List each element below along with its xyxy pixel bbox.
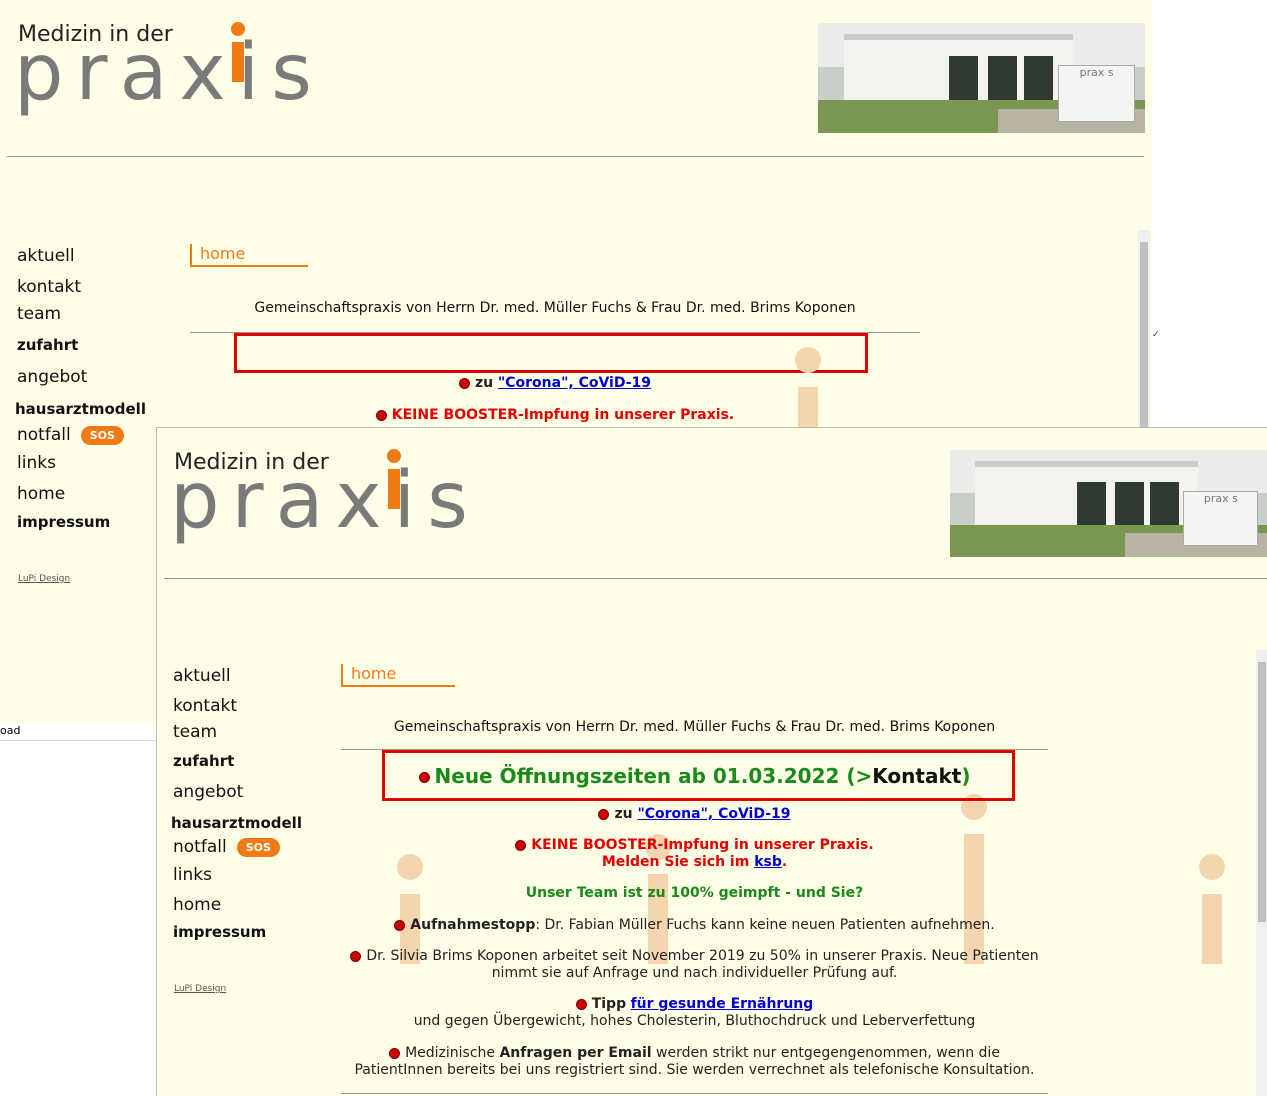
watermark-i-icon (1199, 854, 1225, 964)
bullet-icon (389, 1047, 401, 1059)
practice-intro: Gemeinschaftspraxis von Herrn Dr. med. M… (254, 300, 856, 316)
stop-label: Aufnahmestopp (410, 917, 536, 933)
bullet-icon (375, 409, 387, 421)
vaccinated-text: Unser Team ist zu 100% geimpft - und Sie… (525, 885, 864, 901)
corona-prefix: zu (614, 806, 638, 822)
register-text: Melden Sie sich im (601, 854, 755, 870)
nav-kontakt[interactable]: kontakt (17, 277, 81, 297)
sos-badge[interactable]: SOS (80, 425, 124, 445)
nav-hausarztmodell[interactable]: hausarztmodell (15, 400, 146, 418)
content-divider-bottom (341, 1093, 1048, 1094)
brims-line-1: Dr. Silvia Brims Koponen arbeitet seit N… (366, 948, 1039, 964)
nav-hausarztmodell[interactable]: hausarztmodell (171, 814, 302, 832)
register-suffix: . (781, 854, 788, 870)
sos-badge[interactable]: SOS (236, 837, 280, 857)
news-vaccinated: Unser Team ist zu 100% geimpft - und Sie… (341, 885, 1048, 901)
hours-text: Neue Öffnungszeiten ab 01.03.2022 (> (434, 764, 873, 788)
stop-text: : Dr. Fabian Müller Fuchs kann keine neu… (535, 917, 995, 933)
nav-impressum[interactable]: impressum (17, 513, 110, 531)
news-email: Medizinische Anfragen per Email werden s… (341, 1045, 1048, 1079)
nav-team[interactable]: team (173, 722, 217, 742)
bullet-icon (394, 919, 406, 931)
designer-link[interactable]: LuPi Design (18, 574, 70, 584)
highlight-box-empty (234, 333, 868, 373)
strip-mark: ✓ (1152, 330, 1160, 340)
tipp-label: Tipp (591, 996, 627, 1012)
email-prefix: Medizinische (405, 1045, 500, 1061)
nav-home[interactable]: home (173, 895, 221, 915)
status-strip: oad (0, 724, 156, 741)
bullet-icon (515, 839, 527, 851)
nav-zufahrt[interactable]: zufahrt (173, 752, 234, 770)
nav-links[interactable]: links (17, 453, 56, 473)
nav-notfall[interactable]: notfall SOS (17, 425, 124, 445)
status-text: oad (0, 724, 21, 737)
email-text-2: PatientInnen bereits bei uns registriert… (354, 1062, 1035, 1078)
window-after: Medizin in der praxis prax s aktuell kon… (156, 427, 1267, 1096)
bullet-icon (418, 772, 430, 783)
booster-text: KEINE BOOSTER-Impfung in unserer Praxis. (391, 407, 735, 423)
news-admission-stop: Aufnahmestopp: Dr. Fabian Müller Fuchs k… (341, 917, 1048, 933)
background-strip: ✓ (1152, 0, 1267, 427)
logo-wordmark: praxis (170, 456, 480, 546)
tipp-text: und gegen Übergewicht, hohes Cholesterin… (413, 1013, 976, 1029)
hours-contact-link[interactable]: Kontakt (872, 764, 961, 788)
nav-notfall-label: notfall (17, 425, 71, 445)
logo-wordmark: praxis (14, 28, 324, 118)
news-tipp: Tipp für gesunde Ernährung und gegen Übe… (341, 996, 1048, 1030)
tab-home[interactable]: home (190, 244, 308, 267)
practice-building-photo: prax s (818, 23, 1145, 133)
brims-line-2: nimmt sie auf Anfrage und nach individue… (491, 965, 898, 981)
bullet-icon (350, 950, 362, 962)
news-booster: KEINE BOOSTER-Impfung in unserer Praxis.… (341, 837, 1048, 871)
bullet-icon (458, 377, 470, 389)
nav-angebot[interactable]: angebot (17, 367, 87, 387)
ksb-link[interactable]: ksb (754, 854, 782, 870)
scrollbar-thumb[interactable] (1258, 662, 1266, 922)
nav-notfall[interactable]: notfall SOS (173, 837, 280, 857)
nav-links[interactable]: links (173, 865, 212, 885)
booster-text: KEINE BOOSTER-Impfung in unserer Praxis. (531, 837, 874, 853)
email-bold: Anfragen per Email (499, 1045, 652, 1061)
news-booster: KEINE BOOSTER-Impfung in unserer Praxis. (190, 407, 920, 423)
news-corona: zu "Corona", CoViD-19 (190, 375, 920, 391)
bullet-icon (598, 808, 610, 820)
nav-aktuell[interactable]: aktuell (17, 246, 75, 266)
tab-home[interactable]: home (341, 664, 455, 687)
nav-team[interactable]: team (17, 304, 61, 324)
nav-home[interactable]: home (17, 484, 65, 504)
nav-notfall-label: notfall (173, 837, 227, 857)
nav-aktuell[interactable]: aktuell (173, 666, 231, 686)
nav-zufahrt[interactable]: zufahrt (17, 336, 78, 354)
sign-label: prax s (1079, 65, 1114, 79)
scrollbar[interactable] (1256, 650, 1267, 1096)
nav-angebot[interactable]: angebot (173, 782, 243, 802)
logo-i-icon (229, 22, 247, 82)
bullet-icon (575, 998, 587, 1010)
tipp-link[interactable]: für gesunde Ernährung (631, 996, 814, 1012)
designer-link[interactable]: LuPi Design (174, 984, 226, 994)
practice-building-photo: prax s (950, 450, 1267, 557)
news-corona: zu "Corona", CoViD-19 (341, 806, 1048, 822)
practice-intro: Gemeinschaftspraxis von Herrn Dr. med. M… (393, 719, 996, 735)
logo-i-icon (385, 449, 403, 509)
email-text-1: werden strikt nur entgegengenommen, wenn… (651, 1045, 1000, 1061)
hours-close: ) (961, 764, 971, 788)
sign-label: prax s (1203, 491, 1238, 505)
header-divider (164, 578, 1267, 579)
nav-kontakt[interactable]: kontakt (173, 696, 237, 716)
corona-prefix: zu (474, 375, 498, 391)
corona-link[interactable]: "Corona", CoViD-19 (498, 375, 651, 391)
corona-link[interactable]: "Corona", CoViD-19 (637, 806, 790, 822)
news-brims: Dr. Silvia Brims Koponen arbeitet seit N… (341, 948, 1048, 982)
news-opening-hours: Neue Öffnungszeiten ab 01.03.2022 (>Kont… (341, 764, 1048, 788)
nav-impressum[interactable]: impressum (173, 923, 266, 941)
header-divider (7, 156, 1144, 157)
